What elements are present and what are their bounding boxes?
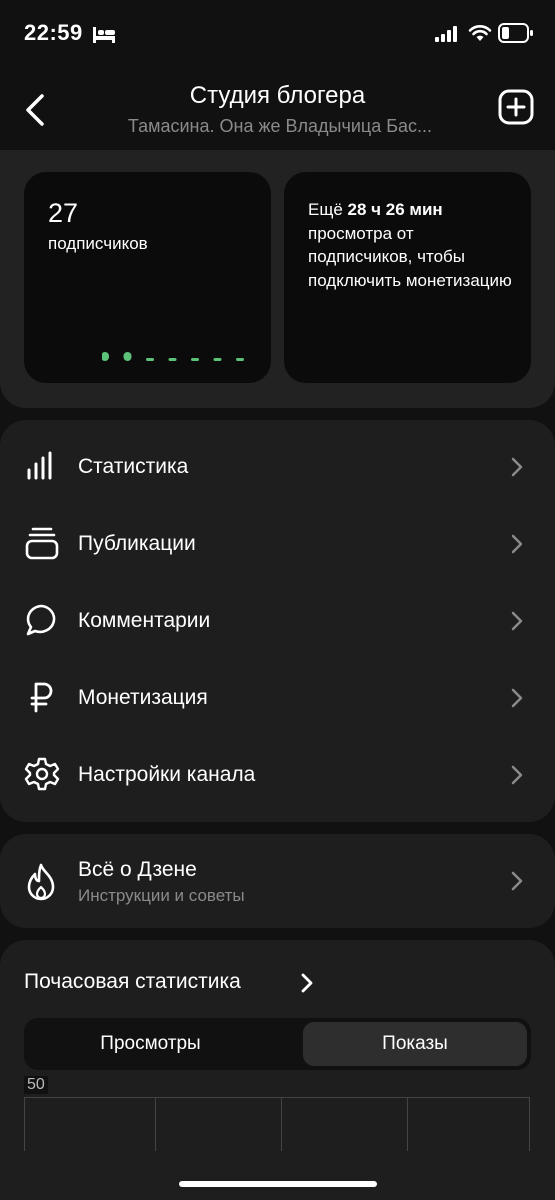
cellular-signal-icon <box>435 26 457 42</box>
bar-chart-icon <box>27 451 52 480</box>
wifi-icon <box>468 25 492 41</box>
flame-icon <box>27 863 55 901</box>
gear-icon <box>24 757 60 791</box>
metric-segmented-control: Просмотры Показы <box>24 1018 531 1070</box>
menu-item-label: Монетизация <box>78 686 208 709</box>
status-time: 22:59 <box>24 20 83 45</box>
menu-item-publications[interactable]: Публикации <box>0 507 555 584</box>
tab-views[interactable]: Просмотры <box>28 1022 273 1066</box>
comment-bubble-icon <box>26 604 56 636</box>
ruble-icon <box>30 682 53 713</box>
hourly-stats-title[interactable]: Почасовая статистика <box>24 970 241 994</box>
sparkline-point <box>191 358 199 361</box>
bed-icon <box>93 27 115 43</box>
channel-name: Тамасина. Она же Владычица Бас... <box>127 116 433 136</box>
monetization-progress-text: Ещё 28 ч 26 мин просмотра от подписчиков… <box>308 198 518 292</box>
grid-line <box>281 1098 282 1151</box>
menu-item-comments[interactable]: Комментарии <box>0 584 555 661</box>
add-publication-icon[interactable] <box>498 89 534 125</box>
studio-menu: Статистика Публикации Комментарии Монети… <box>0 420 555 822</box>
hourly-stats-section: Почасовая статистика Просмотры Показы 50 <box>0 940 555 1200</box>
menu-item-label: Статистика <box>78 455 189 478</box>
menu-item-label: Настройки канала <box>78 763 256 786</box>
sparkline-point <box>168 358 177 361</box>
grid-line <box>407 1098 408 1151</box>
menu-item-monetization[interactable]: Монетизация <box>0 661 555 738</box>
sparkline-point <box>123 352 132 361</box>
subscribers-card[interactable]: 27 подписчиков <box>24 172 271 383</box>
sparkline-point <box>236 358 244 361</box>
chevron-right-icon <box>511 765 523 785</box>
stack-icon <box>25 527 59 560</box>
subscribers-sparkline <box>102 352 244 361</box>
page-title: Студия блогера <box>189 82 366 109</box>
subscribers-label: подписчиков <box>48 234 148 253</box>
status-bar: 22:59 <box>0 0 555 70</box>
sparkline-point <box>146 358 154 361</box>
about-dzen-title: Всё о Дзене <box>78 858 197 881</box>
about-dzen-subtitle: Инструкции и советы <box>78 886 245 905</box>
y-axis-tick: 50 <box>24 1076 48 1094</box>
sparkline-point <box>102 352 109 361</box>
about-dzen-item[interactable]: Всё о Дзене Инструкции и советы <box>0 834 555 928</box>
grid-line <box>529 1098 530 1151</box>
summary-panel: 27 подписчиков Ещё 28 ч 26 мин просмотра… <box>0 150 555 408</box>
subscribers-count: 27 <box>48 198 79 228</box>
menu-item-label: Комментарии <box>78 609 211 632</box>
monetization-prefix: Ещё <box>308 200 348 219</box>
chevron-right-icon <box>511 871 523 891</box>
menu-item-channel-settings[interactable]: Настройки канала <box>0 738 555 815</box>
sparkline-point <box>213 358 222 361</box>
grid-line <box>24 1098 25 1151</box>
chevron-right-icon <box>511 688 523 708</box>
chevron-right-icon <box>511 534 523 554</box>
chevron-right-icon[interactable] <box>300 972 314 994</box>
chevron-right-icon <box>511 611 523 631</box>
chevron-right-icon <box>511 457 523 477</box>
tab-impressions[interactable]: Показы <box>303 1022 527 1066</box>
header: Студия блогера Тамасина. Она же Владычиц… <box>0 70 555 150</box>
monetization-rest: просмотра от подписчиков, чтобы подключи… <box>308 223 512 290</box>
monetization-time-left: 28 ч 26 мин <box>347 200 443 219</box>
hourly-chart-grid <box>24 1097 530 1151</box>
menu-item-label: Публикации <box>78 532 196 555</box>
home-indicator[interactable] <box>179 1181 377 1187</box>
battery-icon <box>498 23 533 43</box>
grid-line <box>155 1098 156 1151</box>
menu-item-statistics[interactable]: Статистика <box>0 430 555 507</box>
monetization-card[interactable]: Ещё 28 ч 26 мин просмотра от подписчиков… <box>284 172 531 383</box>
